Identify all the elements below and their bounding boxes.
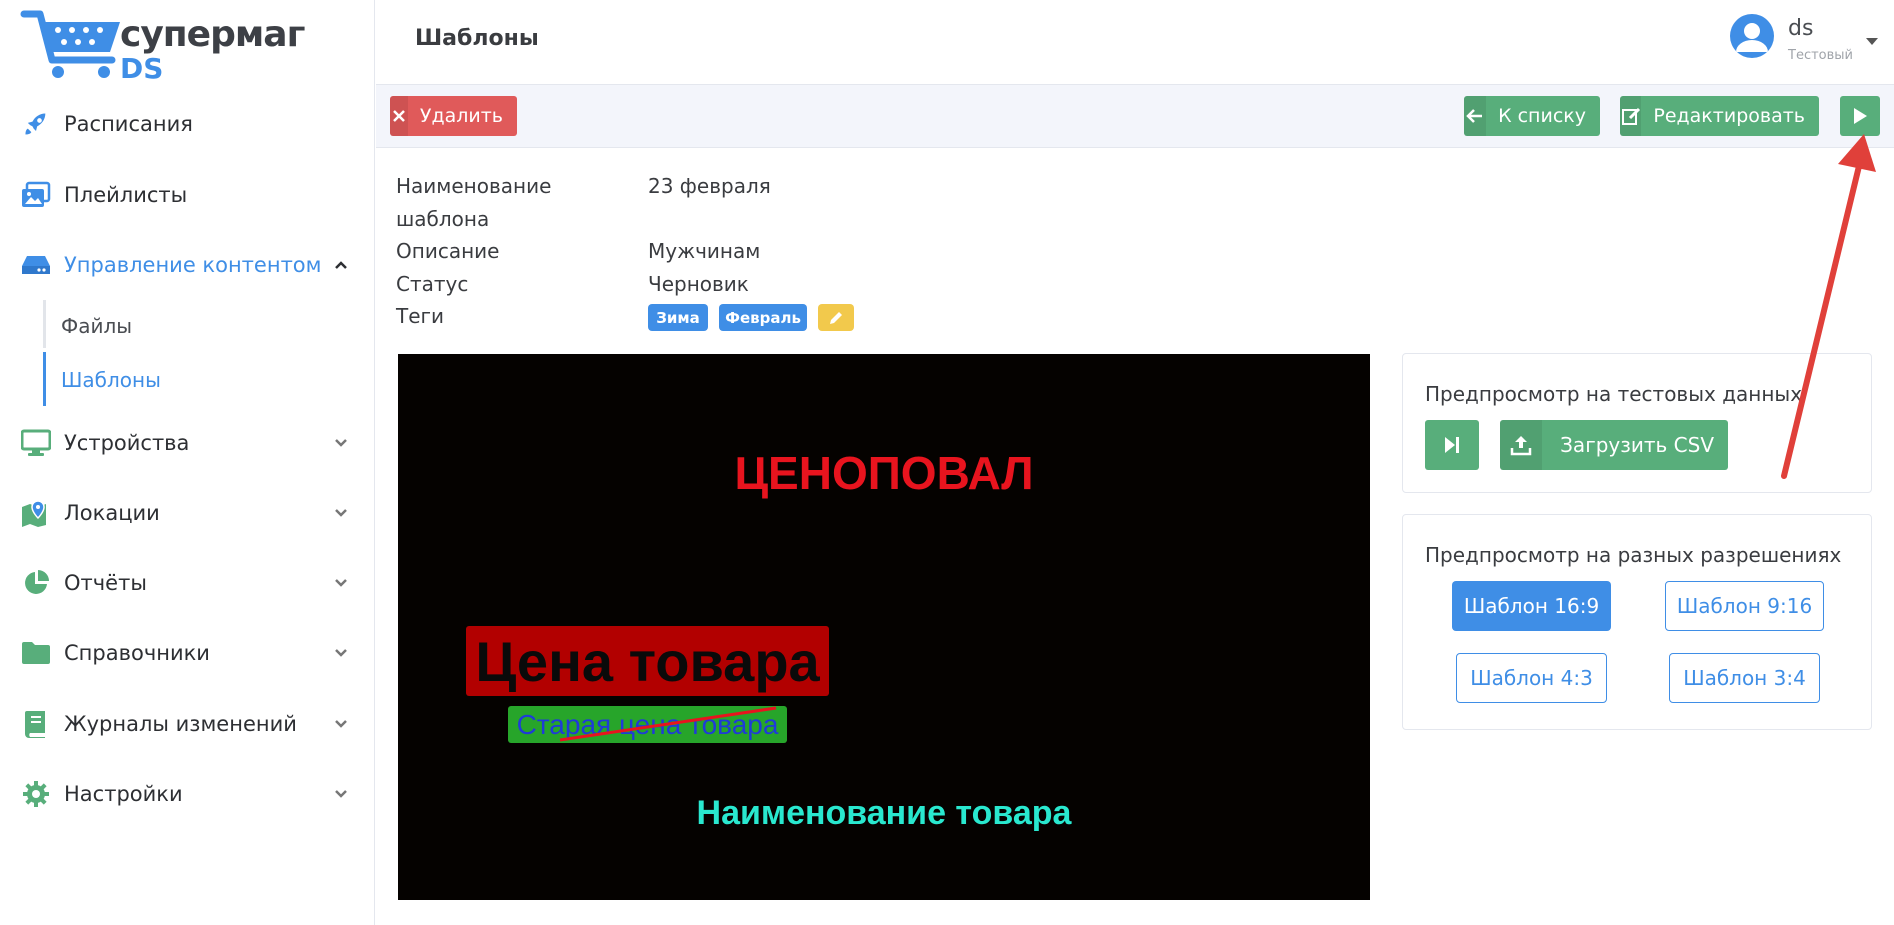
delete-button[interactable]: Удалить (390, 96, 517, 136)
preview-price: Цена товара (466, 626, 829, 696)
test-data-panel: Предпросмотр на тестовых данных Загрузит… (1402, 353, 1872, 493)
template-9-16-button[interactable]: Шаблон 9:16 (1665, 581, 1824, 631)
edit-button-label: Редактировать (1653, 105, 1805, 127)
sidebar: супермаг DS Расписания Плейлисты Управле… (0, 0, 375, 925)
play-button[interactable] (1840, 96, 1880, 136)
monitor-icon (20, 427, 52, 459)
edit-tags-button[interactable] (818, 304, 854, 331)
tag-badge[interactable]: Зима (648, 304, 708, 331)
upload-csv-button[interactable]: Загрузить CSV (1500, 420, 1728, 470)
sidebar-subitem-files[interactable]: Файлы (61, 314, 132, 338)
sidebar-item-locations[interactable]: Локации (0, 488, 375, 538)
pencil-icon (830, 311, 842, 324)
sidebar-item-label: Журналы изменений (64, 712, 297, 736)
avatar[interactable] (1730, 14, 1774, 58)
sidebar-item-playlists[interactable]: Плейлисты (0, 170, 375, 220)
status-value: Черновик (648, 272, 749, 296)
status-label: Статус (396, 272, 469, 296)
images-icon (20, 179, 52, 211)
submenu-line (43, 300, 46, 348)
template-3-4-button[interactable]: Шаблон 3:4 (1669, 653, 1820, 703)
back-to-list-button[interactable]: К списку (1464, 96, 1600, 136)
submenu-active-line (43, 352, 46, 406)
edit-icon (1620, 96, 1642, 136)
sidebar-item-label: Локации (64, 501, 160, 525)
sidebar-item-label: Отчёты (64, 571, 147, 595)
pie-chart-icon (20, 567, 52, 599)
tags-label: Теги (396, 304, 445, 328)
name-label-line1: Наименование (396, 174, 552, 198)
delete-button-label: Удалить (419, 105, 503, 127)
sidebar-item-label: Настройки (64, 782, 183, 806)
chevron-down-icon (335, 579, 347, 587)
resolutions-panel: Предпросмотр на разных разрешениях Шабло… (1402, 514, 1872, 730)
chevron-down-icon (335, 790, 347, 798)
user-role: Тестовый (1788, 48, 1853, 63)
chevron-down-icon (335, 720, 347, 728)
back-button-label: К списку (1498, 105, 1586, 127)
sidebar-item-label: Справочники (64, 641, 210, 665)
sidebar-subitem-templates[interactable]: Шаблоны (61, 368, 161, 392)
sidebar-item-reports[interactable]: Отчёты (0, 558, 375, 608)
step-forward-icon (1445, 437, 1459, 453)
template-preview-canvas: ЦЕНОПОВАЛ Цена товара Старая цена товара… (398, 354, 1370, 900)
brand-name: супермаг (120, 14, 305, 55)
preview-title: ЦЕНОПОВАЛ (734, 447, 1034, 499)
template-16-9-button[interactable]: Шаблон 16:9 (1452, 581, 1611, 631)
play-icon (1840, 96, 1880, 136)
edit-button[interactable]: Редактировать (1620, 96, 1819, 136)
sidebar-item-label: Плейлисты (64, 183, 188, 207)
brand-logo[interactable]: супермаг DS (20, 8, 305, 85)
chevron-down-icon (335, 439, 347, 447)
chevron-up-icon (335, 261, 347, 269)
caret-down-icon[interactable] (1866, 38, 1878, 45)
cart-logo-icon (20, 10, 120, 78)
sidebar-item-content[interactable]: Управление контентом (0, 240, 375, 290)
panel-title: Предпросмотр на разных разрешениях (1425, 543, 1842, 567)
action-toolbar: Удалить К списку Редактировать (376, 84, 1894, 148)
arrow-left-icon (1464, 96, 1487, 136)
close-icon (390, 96, 408, 136)
template-4-3-button[interactable]: Шаблон 4:3 (1456, 653, 1607, 703)
folder-icon (20, 637, 52, 669)
sidebar-item-devices[interactable]: Устройства (0, 418, 375, 468)
tag-badge[interactable]: Февраль (719, 304, 807, 331)
map-icon (20, 497, 52, 529)
gear-icon (20, 778, 52, 810)
sidebar-item-changelogs[interactable]: Журналы изменений (0, 699, 375, 749)
brand-suffix: DS (120, 52, 164, 85)
description-value: Мужчинам (648, 239, 761, 263)
upload-icon (1500, 420, 1543, 470)
panel-title: Предпросмотр на тестовых данных (1425, 382, 1803, 406)
user-icon (1736, 23, 1768, 52)
sidebar-item-label: Управление контентом (64, 253, 322, 277)
book-icon (20, 708, 52, 740)
sidebar-item-schedules[interactable]: Расписания (0, 99, 375, 149)
page-title: Шаблоны (415, 26, 539, 51)
sidebar-item-references[interactable]: Справочники (0, 628, 375, 678)
chevron-down-icon (335, 649, 347, 657)
upload-csv-label: Загрузить CSV (1560, 433, 1714, 457)
strikethrough-line (559, 706, 777, 742)
rocket-icon (20, 108, 52, 140)
next-step-button[interactable] (1425, 420, 1479, 470)
sidebar-item-label: Устройства (64, 431, 190, 455)
chevron-down-icon (335, 509, 347, 517)
sidebar-item-label: Расписания (64, 112, 193, 136)
name-label-line2: шаблона (396, 207, 490, 231)
preview-product-name: Наименование товара (696, 794, 1072, 832)
hdd-icon (20, 249, 52, 281)
user-name[interactable]: ds (1788, 16, 1813, 41)
top-header: Шаблоны ds Тестовый (376, 0, 1894, 84)
sidebar-item-settings[interactable]: Настройки (0, 769, 375, 819)
template-name-value: 23 февраля (648, 174, 771, 198)
description-label: Описание (396, 239, 500, 263)
